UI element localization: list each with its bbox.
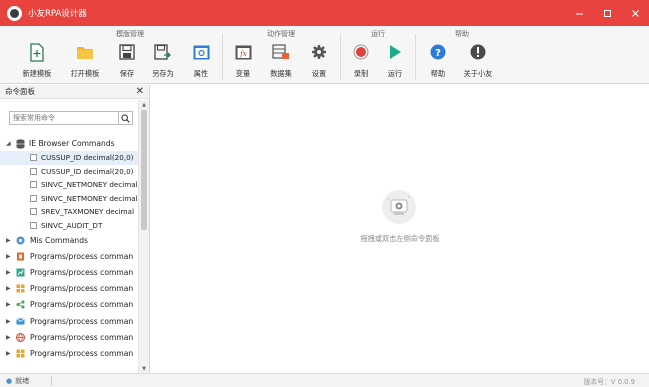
command-tree: ◢ IE Browser Commands CUSSUP_ID decimal(… xyxy=(0,136,138,362)
collapsed-arrow-icon[interactable]: ▶ xyxy=(6,253,13,260)
search-input[interactable] xyxy=(10,112,118,124)
tree-node-program[interactable]: ▶ Programs/process comman xyxy=(0,345,138,361)
expanded-arrow-icon[interactable]: ◢ xyxy=(6,140,13,147)
tree-node-program[interactable]: ▶ Programs/process comman xyxy=(0,281,138,297)
run-group: 运行 录制 运行 xyxy=(338,26,418,84)
collapsed-arrow-icon[interactable]: ▶ xyxy=(6,301,13,308)
open-template-button[interactable]: 打开模板 xyxy=(62,42,108,82)
command-icon xyxy=(30,208,37,216)
gear-icon xyxy=(309,42,329,62)
office-icon xyxy=(17,252,24,261)
search-box xyxy=(9,111,133,125)
command-item[interactable]: SINVC_NETMONEY decimal xyxy=(0,192,138,206)
tree-node-program[interactable]: ▶ Programs/process comman xyxy=(0,329,138,345)
group-title: 帮助 xyxy=(455,30,469,38)
variable-icon: fx xyxy=(233,42,253,62)
command-panel: 命令面板 ✕ ◢ IE Browser Commands CUSSUP_ID d… xyxy=(0,85,150,373)
panel-title: 命令面板 xyxy=(5,87,35,96)
collapsed-arrow-icon[interactable]: ▶ xyxy=(6,334,13,341)
share-icon xyxy=(16,300,25,309)
svg-text:fx: fx xyxy=(239,50,247,58)
action-group: 动作管理 fx 变量 数据集 设置 xyxy=(220,26,342,84)
panel-header: 命令面板 ✕ xyxy=(0,85,149,99)
tree-node-program[interactable]: ▶ Programs/process comman xyxy=(0,297,138,313)
empty-state-icon xyxy=(382,190,416,224)
version-label: 版本号：V 0.0.9 xyxy=(583,377,635,386)
title-bar: 小友RPA设计器 xyxy=(0,0,649,26)
about-icon xyxy=(468,42,488,62)
search-icon xyxy=(121,113,130,123)
collapsed-arrow-icon[interactable]: ▶ xyxy=(6,285,13,292)
command-item[interactable]: CUSSUP_ID decimal(20,0) xyxy=(0,165,138,179)
about-button[interactable]: 关于小友 xyxy=(455,42,501,82)
command-icon xyxy=(30,221,37,229)
tree-node-mis[interactable]: ▶ Mis Commands xyxy=(0,232,138,248)
empty-state-text: 拖拽或双击左侧命令面板 xyxy=(360,234,440,243)
ribbon-toolbar: 模版管理 新建模板 打开模板 保存 另存为 属性 动作管理 fx 变量 数据集 … xyxy=(0,26,649,84)
command-item[interactable]: SINVC_NETMONEY decimal xyxy=(0,178,138,192)
run-button[interactable]: 运行 xyxy=(372,42,418,82)
tree-node-program[interactable]: ▶ Programs/process comman xyxy=(0,264,138,280)
design-canvas[interactable]: 拖拽或双击左侧命令面板 xyxy=(151,85,649,373)
status-bar: ● 就绪 版本号：V 0.0.9 xyxy=(0,373,649,387)
new-file-icon xyxy=(27,42,47,62)
command-icon xyxy=(30,154,37,162)
record-icon xyxy=(351,42,371,62)
collapsed-arrow-icon[interactable]: ▶ xyxy=(6,237,13,244)
group-title: 模版管理 xyxy=(116,30,144,38)
scroll-thumb[interactable] xyxy=(141,110,147,230)
minimize-icon xyxy=(575,13,583,14)
grid-app-icon xyxy=(16,349,25,358)
collapsed-arrow-icon[interactable]: ▶ xyxy=(6,350,13,357)
play-icon xyxy=(385,42,405,62)
grid-app-icon xyxy=(16,284,25,293)
mis-icon xyxy=(16,236,25,245)
save-icon xyxy=(117,42,137,62)
command-icon xyxy=(30,167,37,175)
window-title: 小友RPA设计器 xyxy=(28,9,87,19)
collapsed-arrow-icon[interactable]: ▶ xyxy=(6,318,13,325)
close-icon xyxy=(631,9,639,17)
help-group: 帮助 ? 帮助 关于小友 xyxy=(415,26,509,84)
panel-scrollbar[interactable]: ▲ ▼ xyxy=(138,100,149,373)
mail-icon xyxy=(16,317,25,325)
svg-text:?: ? xyxy=(435,48,441,59)
status-text: 就绪 xyxy=(15,376,30,385)
minimize-button[interactable] xyxy=(565,0,593,26)
tree-node-program[interactable]: ▶ Programs/process comman xyxy=(0,248,138,264)
command-item[interactable]: SINVC_AUDIT_DT xyxy=(0,219,138,233)
settings-button[interactable]: 设置 xyxy=(296,42,342,82)
group-title: 动作管理 xyxy=(267,30,295,38)
status-divider xyxy=(51,375,53,386)
app-logo-icon xyxy=(7,5,22,21)
tree-node-program[interactable]: ▶ Programs/process comman xyxy=(0,313,138,329)
collapsed-arrow-icon[interactable]: ▶ xyxy=(6,269,13,276)
command-item[interactable]: CUSSUP_ID decimal(20,0) xyxy=(0,151,138,165)
maximize-button[interactable] xyxy=(593,0,621,26)
status-dot-icon: ● xyxy=(6,376,13,385)
help-icon: ? xyxy=(428,42,448,62)
properties-icon xyxy=(191,42,211,62)
group-title: 运行 xyxy=(371,30,385,38)
globe-icon xyxy=(16,332,25,342)
search-button[interactable] xyxy=(118,112,132,124)
chart-app-icon xyxy=(16,268,25,277)
tree-node-ie-browser[interactable]: ◢ IE Browser Commands xyxy=(0,136,138,151)
save-as-icon xyxy=(153,42,173,62)
window-controls xyxy=(565,0,649,26)
database-icon xyxy=(16,138,25,149)
template-group: 模版管理 新建模板 打开模板 保存 另存为 属性 xyxy=(14,26,246,84)
scroll-up-arrow-icon[interactable]: ▲ xyxy=(139,100,149,109)
command-icon xyxy=(30,181,37,189)
scroll-down-arrow-icon[interactable]: ▼ xyxy=(139,364,149,373)
properties-button[interactable]: 属性 xyxy=(178,42,224,82)
close-button[interactable] xyxy=(621,0,649,26)
dataset-icon xyxy=(271,42,291,62)
close-icon[interactable]: ✕ xyxy=(136,86,144,97)
command-item[interactable]: SREV_TAXMONEY decimal xyxy=(0,205,138,219)
command-icon xyxy=(30,194,37,202)
maximize-icon xyxy=(603,9,611,17)
folder-icon xyxy=(75,42,95,62)
new-template-button[interactable]: 新建模板 xyxy=(14,42,60,82)
